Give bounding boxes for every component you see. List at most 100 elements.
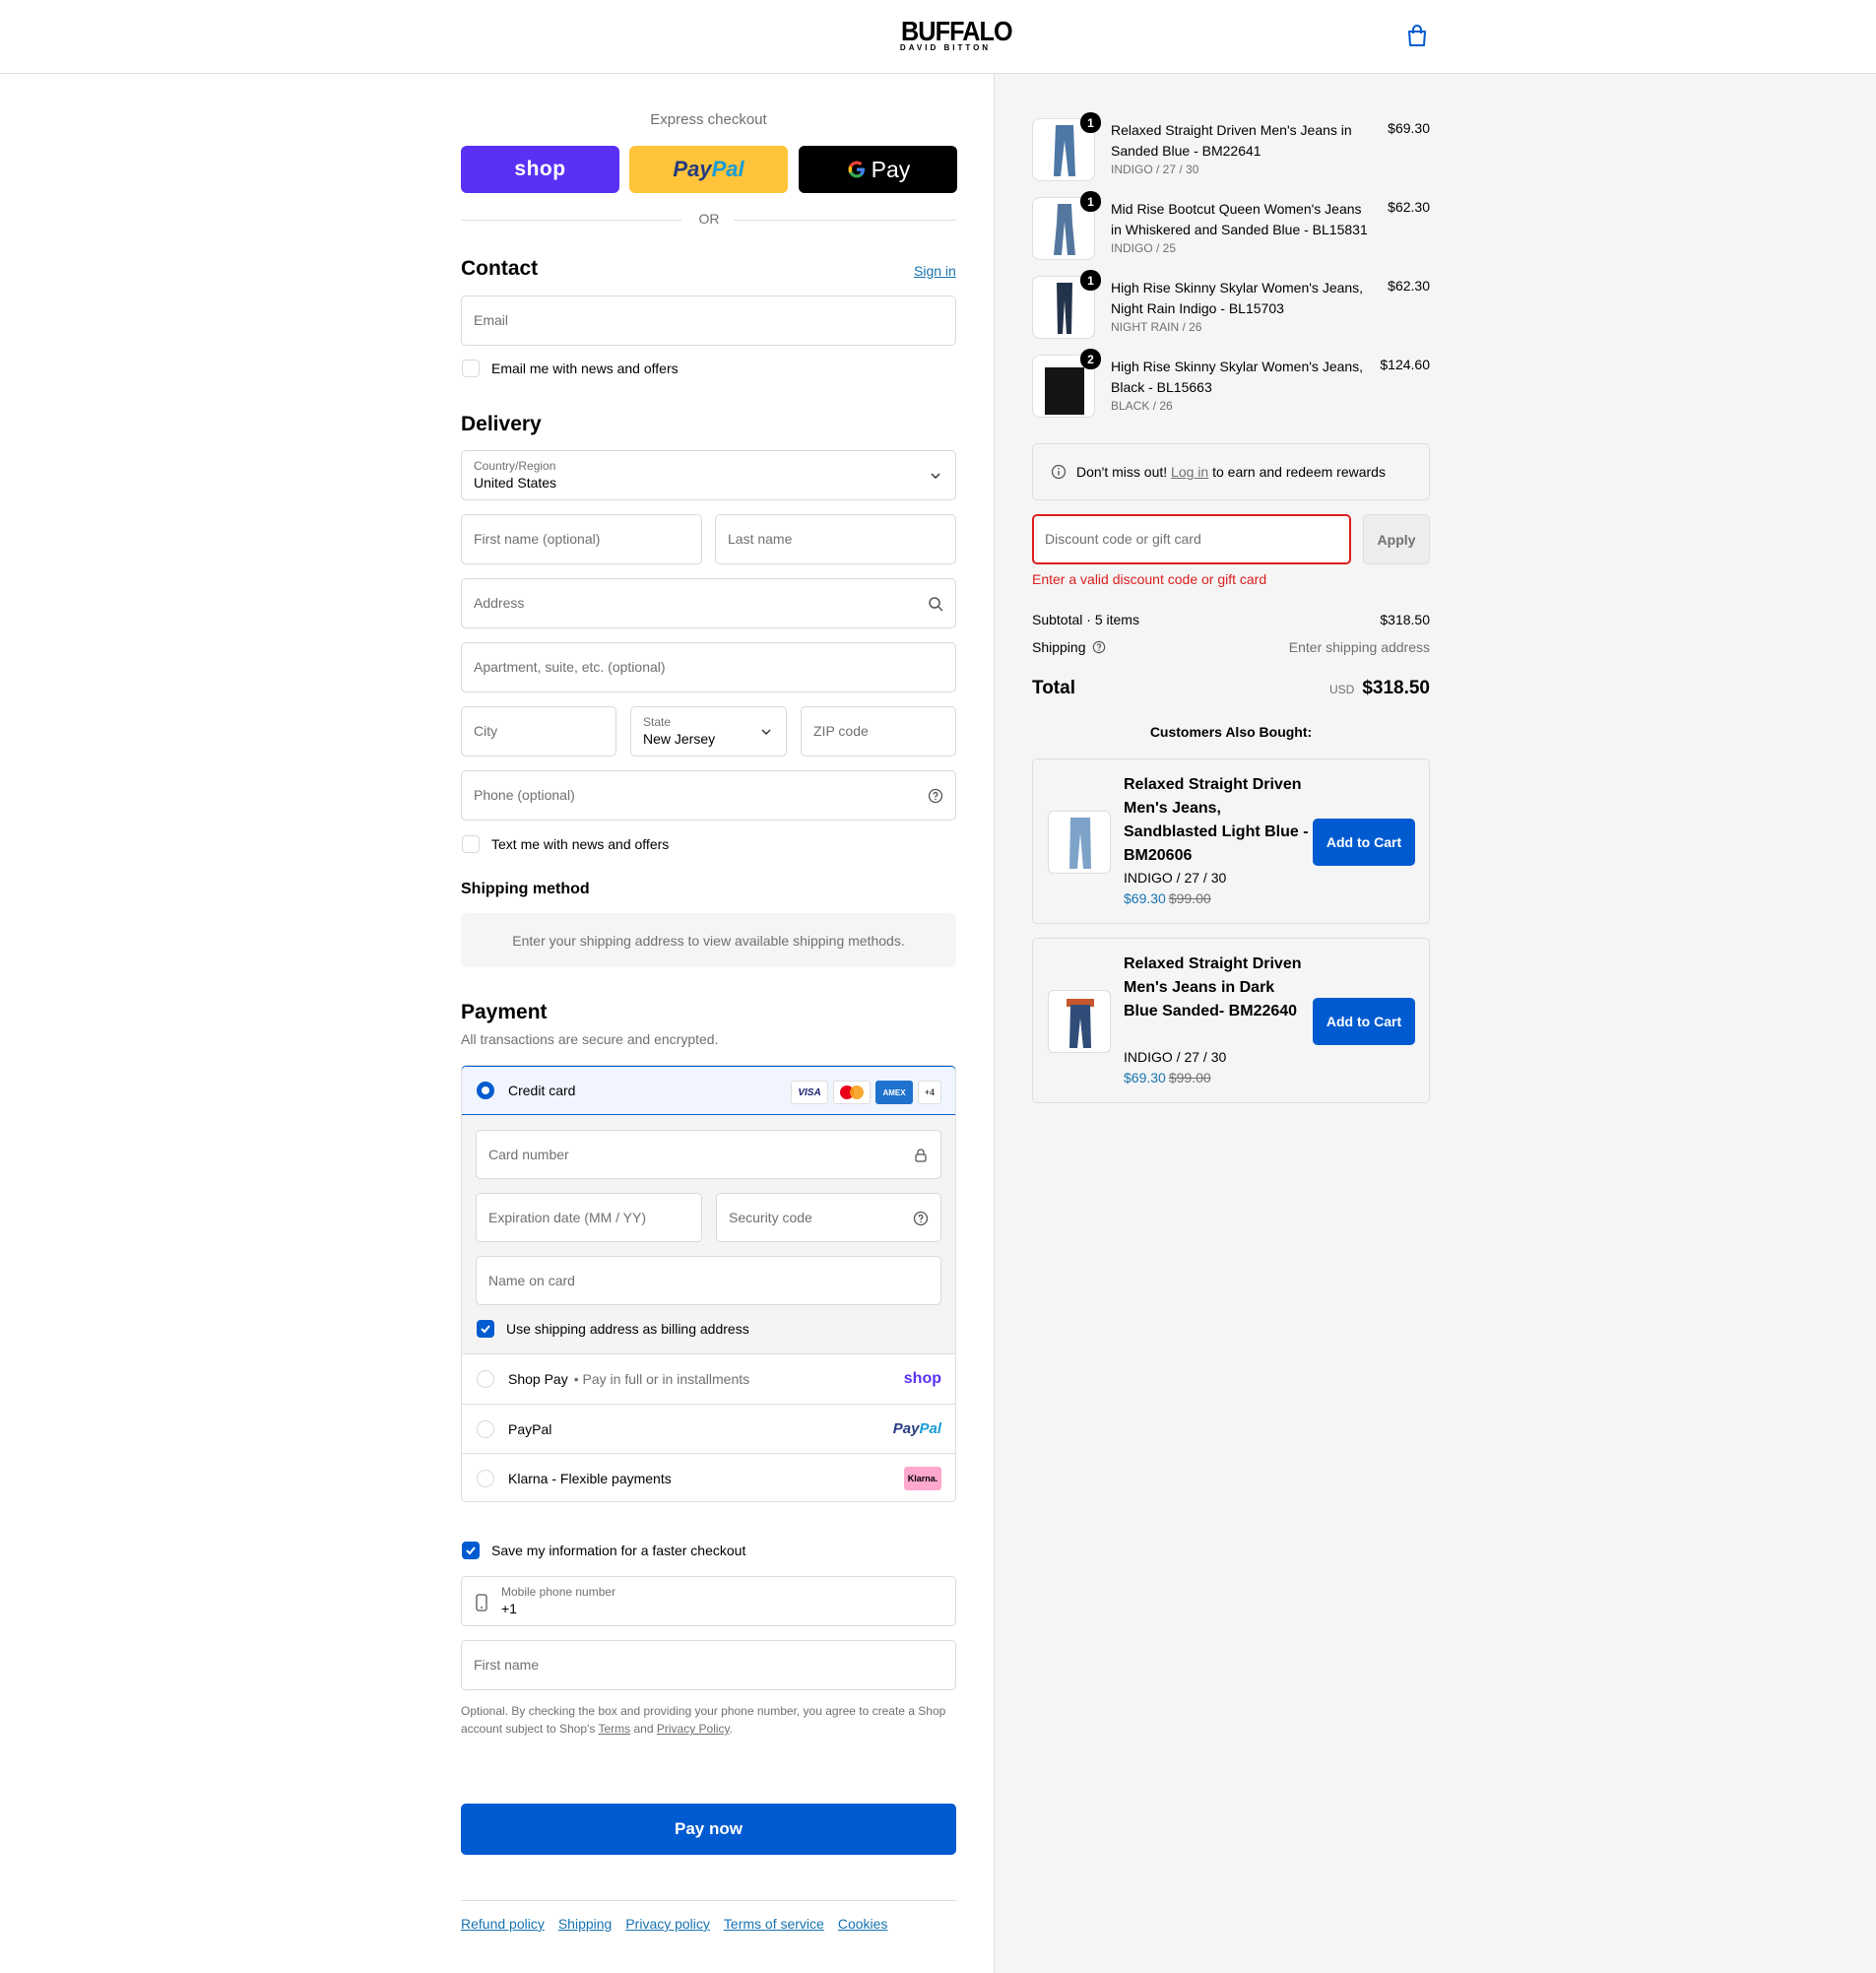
visa-icon: VISA xyxy=(791,1081,828,1104)
rewards-text-b: to earn and redeem rewards xyxy=(1212,464,1386,480)
card-brands: VISA AMEX +4 xyxy=(791,1081,941,1104)
item-variant: NIGHT RAIN / 26 xyxy=(1111,320,1202,334)
card-number-placeholder: Card number xyxy=(488,1147,569,1162)
expiration-placeholder: Expiration date (MM / YY) xyxy=(488,1210,647,1225)
last-name-placeholder: Last name xyxy=(728,531,793,547)
first-name-field[interactable]: First name (optional) xyxy=(461,514,702,564)
item-name: High Rise Skinny Skylar Women's Jeans, B… xyxy=(1111,359,1364,395)
shop-pay-radio[interactable] xyxy=(477,1370,494,1388)
upsell-card: Relaxed Straight Driven Men's Jeans in D… xyxy=(1032,938,1430,1103)
payment-heading: Payment xyxy=(461,1001,548,1023)
credit-card-option[interactable]: Credit card VISA AMEX +4 xyxy=(462,1066,955,1115)
add-to-cart-button[interactable]: Add to Cart xyxy=(1313,998,1415,1045)
country-select[interactable]: Country/Region United States xyxy=(461,450,956,500)
terms-of-service-link[interactable]: Terms of service xyxy=(724,1916,824,1932)
add-to-cart-button[interactable]: Add to Cart xyxy=(1313,819,1415,866)
quantity-badge: 1 xyxy=(1080,270,1101,291)
order-item: 1 High Rise Skinny Skylar Women's Jeans,… xyxy=(1032,270,1430,341)
lock-icon xyxy=(913,1148,929,1163)
apply-discount-button[interactable]: Apply xyxy=(1363,514,1430,564)
footer-links: Refund policy Shipping Privacy policy Te… xyxy=(461,1916,887,1932)
expiration-field[interactable]: Expiration date (MM / YY) xyxy=(476,1193,702,1242)
shipping-row: Shipping Enter shipping address xyxy=(1032,639,1430,655)
shipping-label: Shipping xyxy=(1032,639,1086,655)
country-value: United States xyxy=(474,475,557,491)
email-news-label: Email me with news and offers xyxy=(491,361,679,376)
total-amount: USD $318.50 xyxy=(1329,678,1430,699)
mobile-phone-field[interactable]: Mobile phone number +1 xyxy=(461,1576,956,1626)
refund-policy-link[interactable]: Refund policy xyxy=(461,1916,545,1932)
last-name-field[interactable]: Last name xyxy=(715,514,956,564)
billing-address-option[interactable]: Use shipping address as billing address xyxy=(477,1320,749,1338)
help-icon[interactable] xyxy=(1092,640,1106,654)
paypal-label-b: Pal xyxy=(711,157,744,181)
item-price: $62.30 xyxy=(1388,199,1430,215)
product-thumbnail: 1 xyxy=(1032,112,1101,181)
rewards-login-link[interactable]: Log in xyxy=(1171,464,1208,480)
privacy-link[interactable]: Privacy Policy xyxy=(657,1722,730,1736)
brand-logo[interactable]: BUFFALO DAVID BITTON xyxy=(896,18,1013,53)
save-info-checkbox[interactable] xyxy=(462,1542,480,1559)
apartment-field[interactable]: Apartment, suite, etc. (optional) xyxy=(461,642,956,692)
payment-subtitle: All transactions are secure and encrypte… xyxy=(461,1031,719,1047)
card-number-field[interactable]: Card number xyxy=(476,1130,941,1179)
credit-card-radio[interactable] xyxy=(477,1082,494,1099)
upsell-was-price: $99.00 xyxy=(1168,1070,1211,1085)
subtotal-value: $318.50 xyxy=(1380,612,1430,627)
klarna-option[interactable]: Klarna - Flexible payments Klarna. xyxy=(462,1453,955,1501)
payment-methods: Credit card VISA AMEX +4 Card number Exp… xyxy=(461,1065,956,1502)
item-price: $124.60 xyxy=(1380,357,1430,372)
paypal-option[interactable]: PayPal PayPal xyxy=(462,1404,955,1453)
address-field[interactable]: Address xyxy=(461,578,956,628)
text-news-checkbox[interactable] xyxy=(462,835,480,853)
city-field[interactable]: City xyxy=(461,706,616,756)
state-select[interactable]: State New Jersey xyxy=(630,706,787,756)
product-thumbnail xyxy=(1048,990,1111,1053)
paypal-logo-b: Pal xyxy=(919,1420,941,1437)
cookies-link[interactable]: Cookies xyxy=(838,1916,888,1932)
help-icon[interactable] xyxy=(913,1211,929,1226)
save-info-option[interactable]: Save my information for a faster checkou… xyxy=(462,1542,745,1559)
klarna-logo: Klarna. xyxy=(904,1466,941,1490)
phone-field[interactable]: Phone (optional) xyxy=(461,770,956,821)
upsell-was-price: $99.00 xyxy=(1168,890,1211,906)
save-first-name-field[interactable]: First name xyxy=(461,1640,956,1690)
footer-divider xyxy=(461,1900,956,1901)
shop-pay-label: shop xyxy=(514,158,566,180)
address-placeholder: Address xyxy=(474,595,525,611)
subtotal-row: Subtotal · 5 items $318.50 xyxy=(1032,612,1430,627)
paypal-logo-a: Pay xyxy=(892,1420,920,1437)
google-pay-express-button[interactable]: Pay xyxy=(799,146,957,193)
name-on-card-field[interactable]: Name on card xyxy=(476,1256,941,1305)
billing-address-checkbox[interactable] xyxy=(477,1320,494,1338)
credit-card-label: Credit card xyxy=(508,1083,576,1098)
shopping-bag-icon[interactable] xyxy=(1406,25,1428,48)
help-icon[interactable] xyxy=(928,788,943,804)
shop-pay-express-button[interactable]: shop xyxy=(461,146,619,193)
privacy-policy-link[interactable]: Privacy policy xyxy=(625,1916,710,1932)
email-field[interactable]: Email xyxy=(461,296,956,346)
pay-now-button[interactable]: Pay now xyxy=(461,1804,956,1855)
or-divider-left xyxy=(461,220,681,221)
paypal-radio[interactable] xyxy=(477,1419,494,1438)
email-news-checkbox[interactable] xyxy=(462,360,480,377)
shipping-policy-link[interactable]: Shipping xyxy=(558,1916,613,1932)
shop-pay-logo: shop xyxy=(903,1370,941,1387)
security-code-field[interactable]: Security code xyxy=(716,1193,941,1242)
google-g-icon xyxy=(846,159,868,180)
terms-link[interactable]: Terms xyxy=(599,1722,631,1736)
paypal-express-button[interactable]: Pay Pal xyxy=(629,146,788,193)
sign-in-link[interactable]: Sign in xyxy=(914,263,956,279)
shop-pay-option[interactable]: Shop Pay • Pay in full or in installment… xyxy=(462,1354,955,1404)
upsell-sale-price: $69.30 xyxy=(1124,1070,1166,1085)
name-on-card-placeholder: Name on card xyxy=(488,1273,575,1288)
save-first-name-placeholder: First name xyxy=(474,1657,540,1673)
and-text: and xyxy=(630,1722,657,1736)
klarna-radio[interactable] xyxy=(477,1469,494,1487)
email-news-option[interactable]: Email me with news and offers xyxy=(462,360,679,377)
text-news-option[interactable]: Text me with news and offers xyxy=(462,835,669,853)
shipping-label-group: Shipping xyxy=(1032,639,1106,655)
shop-pay-extra: • Pay in full or in installments xyxy=(573,1371,750,1387)
zip-field[interactable]: ZIP code xyxy=(801,706,956,756)
discount-code-field[interactable]: Discount code or gift card xyxy=(1032,514,1351,564)
